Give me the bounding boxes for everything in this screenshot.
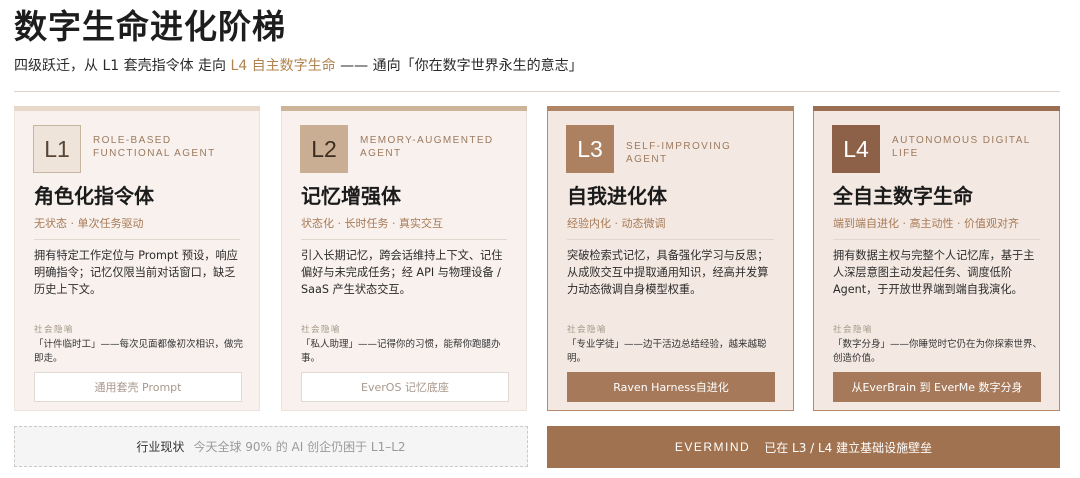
metaphor-label: 社会隐喻 (833, 325, 874, 335)
level-badge: L4 (832, 125, 880, 173)
level-cta-button[interactable]: EverOS 记忆底座 (301, 372, 509, 402)
card-accent-bar (813, 106, 1060, 111)
level-name: 角色化指令体 (34, 184, 154, 208)
industry-status-label: 行业现状 (136, 440, 185, 454)
level-description: 拥有特定工作定位与 Prompt 预设，响应明确指令；记忆仅限当前对话窗口，缺乏… (34, 249, 238, 296)
level-tagline: 经验内化 · 动态微调 (567, 217, 666, 230)
subtitle-highlight: L4 自主数字生命 (230, 58, 336, 74)
level-card-l4: L4 AUTONOMOUS DIGITAL LIFE 全自主数字生命 端到端自进… (813, 106, 1060, 411)
metaphor-label: 社会隐喻 (34, 325, 75, 335)
card-divider (833, 239, 1040, 240)
evermind-status-bar: EVERMIND 已在 L3 / L4 建立基础设施壁垒 (547, 426, 1060, 468)
metaphor-text: 「专业学徒」——边干活边总结经验，越来越聪明。 (567, 339, 767, 364)
card-accent-bar (281, 106, 527, 111)
card-accent-bar (547, 106, 794, 111)
level-card-l1: L1 ROLE-BASED FUNCTIONAL AGENT 角色化指令体 无状… (14, 106, 260, 411)
evermind-status-text: 已在 L3 / L4 建立基础设施壁垒 (764, 440, 933, 455)
header-divider (14, 91, 1060, 92)
level-card-l2: L2 MEMORY-AUGMENTED AGENT 记忆增强体 状态化 · 长时… (281, 106, 527, 411)
level-english-name: ROLE-BASED FUNCTIONAL AGENT (93, 135, 216, 159)
metaphor-text: 「数字分身」——你睡觉时它仍在为你探索世界、创造价值。 (833, 339, 1043, 364)
level-badge: L1 (33, 125, 81, 173)
level-tagline: 端到端自进化 · 高主动性 · 价值观对齐 (833, 217, 1019, 230)
level-name: 自我进化体 (567, 184, 667, 208)
level-english-name: AUTONOMOUS DIGITAL LIFE (892, 135, 1031, 159)
level-english-name: SELF-IMPROVING AGENT (626, 141, 732, 165)
level-badge: L3 (566, 125, 614, 173)
level-tagline: 无状态 · 单次任务驱动 (34, 217, 144, 230)
level-badge: L2 (300, 125, 348, 173)
level-cta-button[interactable]: Raven Harness自进化 (567, 372, 775, 402)
metaphor-text: 「计件临时工」——每次见面都像初次相识，做完即走。 (34, 339, 244, 364)
card-divider (567, 239, 774, 240)
level-english-name: MEMORY-AUGMENTED AGENT (360, 135, 494, 159)
metaphor-label: 社会隐喻 (301, 325, 342, 335)
level-card-l3: L3 SELF-IMPROVING AGENT 自我进化体 经验内化 · 动态微… (547, 106, 794, 411)
level-cta-button[interactable]: 从EverBrain 到 EverMe 数字分身 (833, 372, 1041, 402)
level-description: 引入长期记忆，跨会话维持上下文、记住偏好与未完成任务；经 API 与物理设备 /… (301, 249, 503, 296)
page-title: 数字生命进化阶梯 (14, 7, 286, 46)
metaphor-text: 「私人助理」——记得你的习惯，能帮你跑腿办事。 (301, 339, 501, 364)
page-subtitle: 四级跃迁，从 L1 套壳指令体 走向 L4 自主数字生命 —— 通向「你在数字世… (14, 56, 583, 76)
level-name: 全自主数字生命 (833, 184, 973, 208)
level-name: 记忆增强体 (301, 184, 401, 208)
level-description: 突破检索式记忆，具备强化学习与反思；从成败交互中提取通用知识，经高并发算力动态微… (567, 249, 769, 296)
metaphor-label: 社会隐喻 (567, 325, 608, 335)
card-accent-bar (14, 106, 260, 111)
level-description: 拥有数据主权与完整个人记忆库，基于主人深层意图主动发起任务、调度低阶 Agent… (833, 249, 1035, 296)
industry-status-bar: 行业现状 今天全球 90% 的 AI 创企仍困于 L1–L2 (14, 426, 528, 467)
level-tagline: 状态化 · 长时任务 · 真实交互 (301, 217, 443, 230)
subtitle-suffix: —— 通向「你在数字世界永生的意志」 (335, 58, 583, 74)
subtitle-prefix: 四级跃迁，从 L1 套壳指令体 走向 (14, 58, 231, 74)
level-cta-button[interactable]: 通用套壳 Prompt (34, 372, 242, 402)
card-divider (34, 239, 240, 240)
evermind-label: EVERMIND (674, 440, 751, 454)
industry-status-text: 今天全球 90% 的 AI 创企仍困于 L1–L2 (193, 440, 406, 454)
card-divider (301, 239, 507, 240)
